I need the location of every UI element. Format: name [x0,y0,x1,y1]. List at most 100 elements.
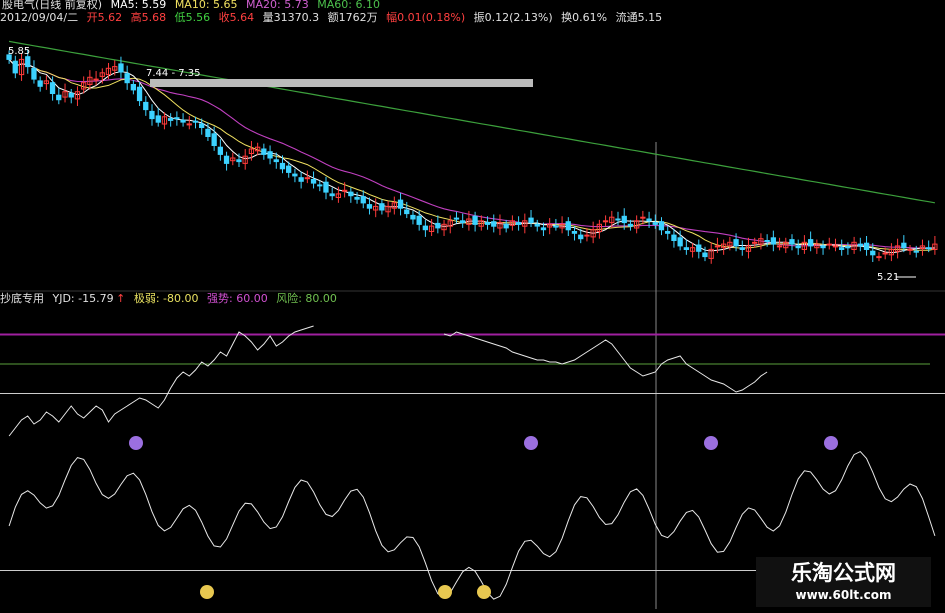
candle-body [627,223,634,227]
range-label: 7.44 - 7.35 [146,68,201,79]
candle-body [143,101,149,111]
quote-date: 2012/09/04/二 [0,11,79,24]
candle-body [236,159,242,163]
quote-turnover: 换0.61% [561,11,608,24]
candle-body [808,239,814,247]
candle-body [93,78,99,81]
indicator-risk: 风险: 80.00 [276,292,337,305]
candle-body [453,217,460,220]
candle-body [267,151,273,159]
candle-body [553,225,559,228]
candle-body [714,245,721,248]
candle-body [366,204,373,209]
candle-body [410,214,416,220]
candle-body [764,240,770,242]
candle-body [273,159,279,163]
candle-body [155,115,161,123]
candle-body [677,237,683,247]
candle-body [640,216,646,219]
candle-body [342,189,348,192]
candle-body [205,128,211,138]
candle-body [310,179,317,184]
candle-body [211,133,217,147]
ma20-label: MA20: 5.73 [246,0,309,11]
candle-body [789,239,795,245]
candle-body [292,173,298,177]
candle-body [149,110,155,120]
candle-body [926,247,932,250]
candle-body [460,220,466,224]
ma-legend: 股电气(日线 前复权) MA5: 5.59 MA10: 5.65 MA20: 5… [2,0,385,11]
candle-body [329,193,335,197]
quote-low: 低5.56 [174,11,211,24]
candle-body [130,84,136,91]
candle-body [578,234,584,240]
candle-body [31,67,37,80]
candle-body [397,199,404,209]
candle-body [223,155,230,164]
kline-chart[interactable]: 5.85 7.44 - 7.35 5.21 股电气(日线 前复权) MA5: 5.5… [0,0,945,609]
candle-body [646,218,652,222]
candle-body [435,222,441,229]
quote-float: 流通5.15 [615,11,663,24]
candle-body [776,245,783,248]
candle-body [37,80,43,87]
candle-body [845,246,851,249]
candle-body [174,117,180,120]
bottom-signal-icon [438,585,452,599]
bottom-signal-icon [477,585,491,599]
candle-body [217,146,223,155]
candle-body [857,243,864,247]
candle-body [739,247,745,250]
candle-body [404,209,410,215]
watermark-url: www.60lt.com [795,588,892,602]
ma5-label: MA5: 5.59 [110,0,167,11]
candle-body [901,242,907,249]
candle-body [671,234,677,242]
candle-body [503,223,509,229]
candle-body [696,244,702,252]
candle-body [317,184,323,187]
candle-body [571,231,578,234]
ma10-line [8,59,935,251]
quote-change: 幅0.01(0.18%) [386,11,466,24]
quote-bar: 2012/09/04/二 开5.62 高5.68 低5.56 收5.64 量31… [0,11,667,24]
high-price-label: 5.85 [8,46,30,57]
candle-body [752,241,758,244]
candle-body [832,245,839,248]
yjd-up-icon: ↑ [116,292,126,305]
ma20-line [8,59,935,249]
candle-body [882,252,888,255]
candle-body [615,218,621,221]
candle-body [379,203,385,211]
yjd-line [8,325,768,437]
candle-body [565,221,571,231]
candle-body [472,215,478,225]
candle-body [416,215,422,225]
indicator-legend: 抄底专用 YJD: -15.79 ↑ 极弱: -80.00 强势: 60.00 … [0,292,342,305]
indicator-name: 抄底专用 [0,292,44,305]
candle-body [820,245,826,249]
candle-body [665,231,671,234]
candle-body [348,191,354,197]
quote-volume: 量31370.3 [262,11,320,24]
candle-body [136,86,143,102]
candle-body [286,165,292,173]
indicator-weak: 极弱: -80.00 [133,292,199,305]
candle-body [683,247,690,250]
candle-body [484,222,491,225]
indicator-strong: 强势: 60.00 [207,292,268,305]
candle-body [658,221,665,231]
candle-body [702,252,708,258]
top-signal-icon [824,436,838,450]
top-signal-icon [129,436,143,450]
candle-body [913,250,919,253]
candle-body [279,162,286,170]
candle-body [124,73,130,84]
candle-body [907,248,913,251]
candle-body [25,56,31,68]
quote-amplitude: 振0.12(2.13%) [473,11,553,24]
candle-body [540,227,547,231]
candle-body [192,120,199,123]
candle-body [180,119,186,123]
